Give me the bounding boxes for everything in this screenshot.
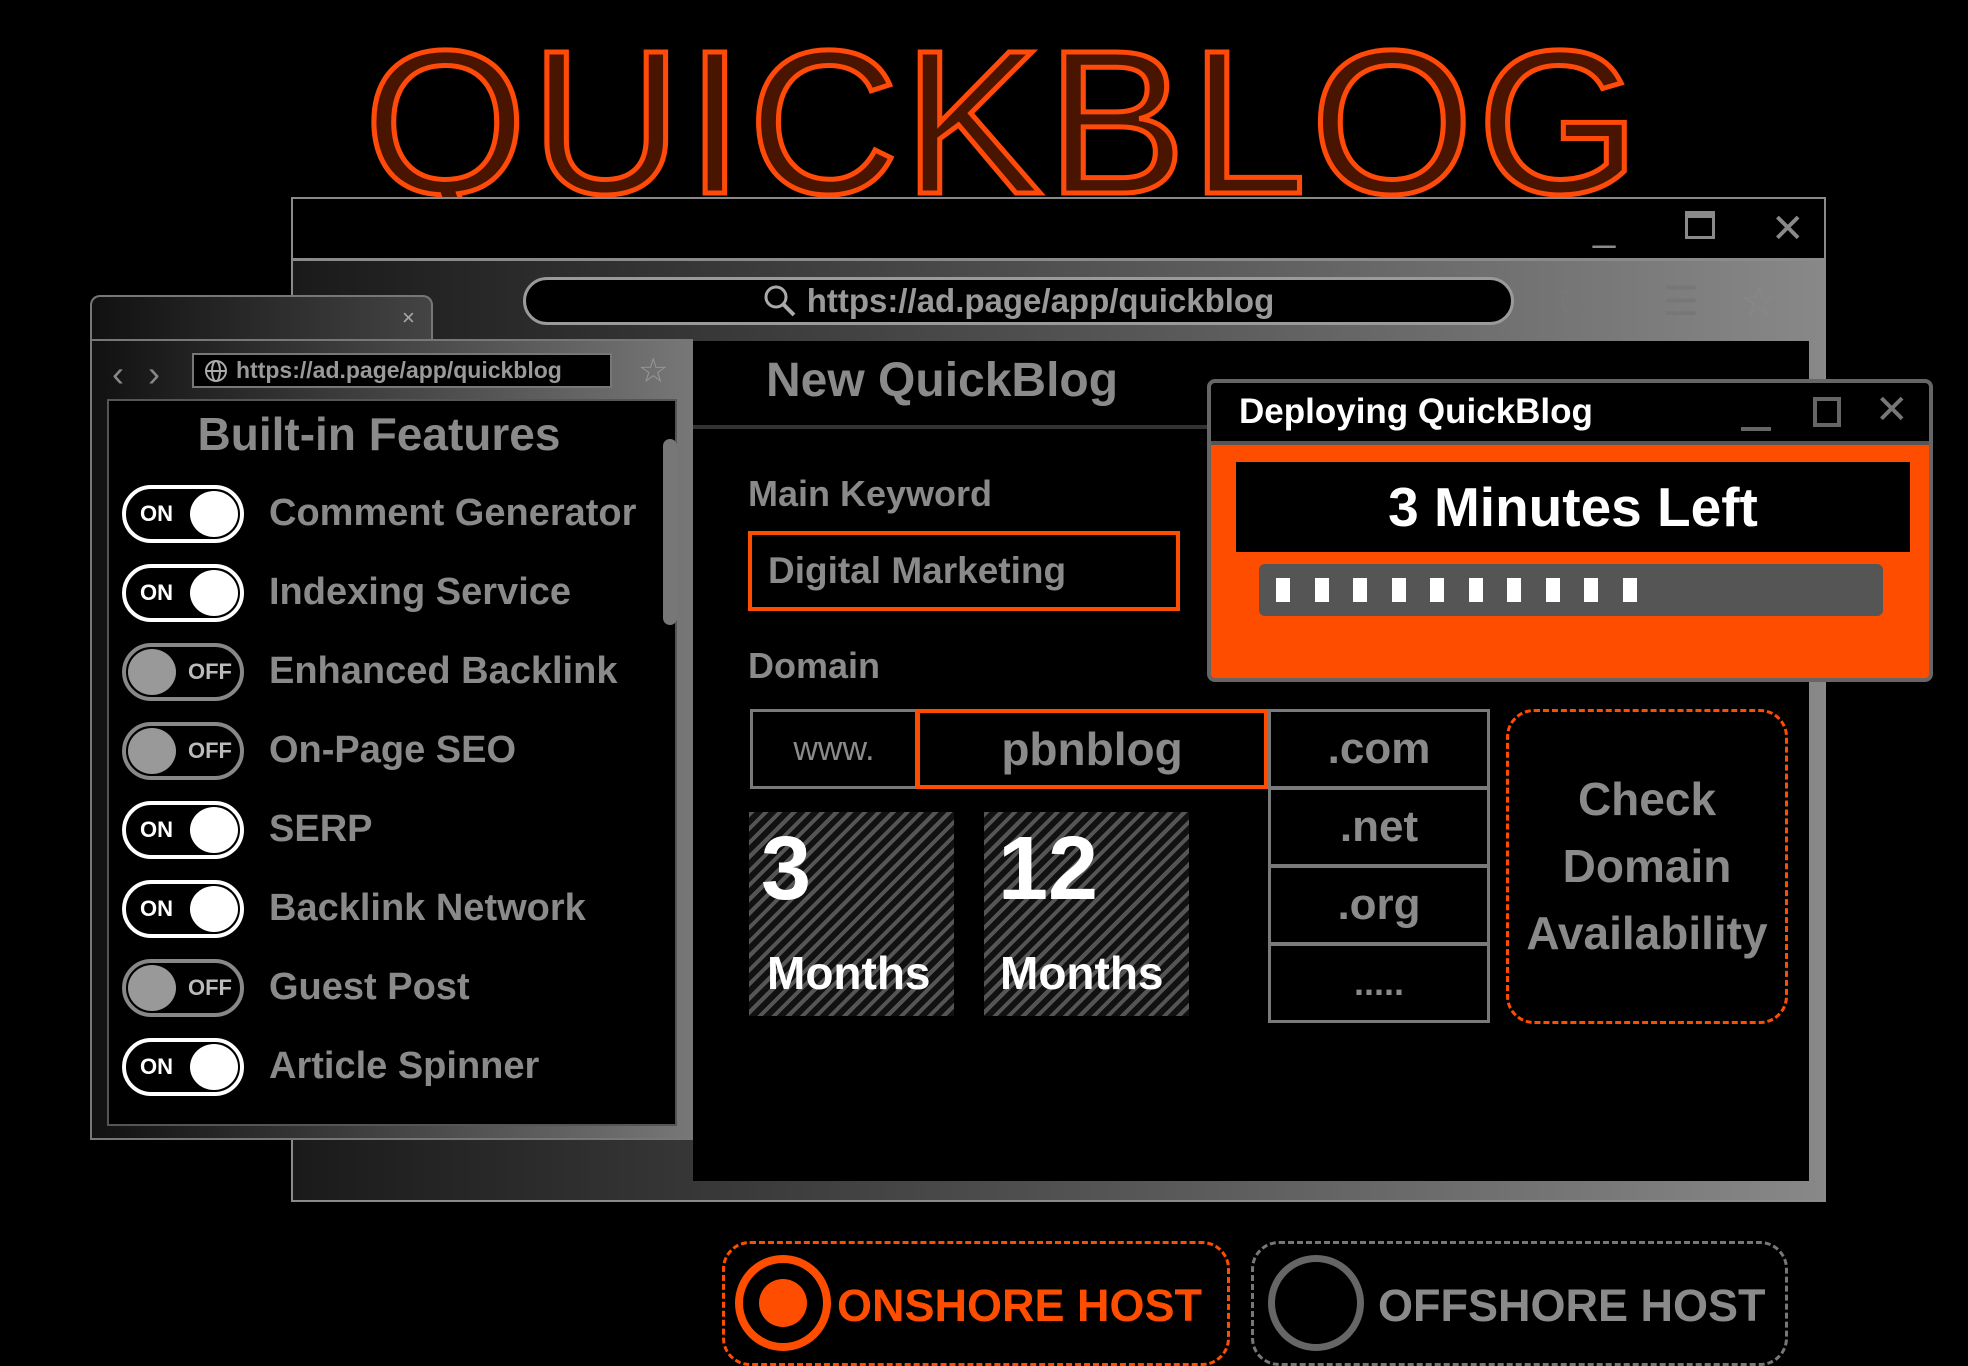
- progress-segment: [1545, 578, 1560, 602]
- feature-label: Guest Post: [269, 966, 470, 1008]
- close-button[interactable]: ✕: [1771, 209, 1805, 249]
- time-remaining: 3 Minutes Left: [1236, 462, 1910, 552]
- feature-toggle[interactable]: OFF: [122, 643, 244, 701]
- domain-name-input[interactable]: pbnblog: [916, 709, 1268, 789]
- bookmark-star-icon[interactable]: ☆: [638, 351, 668, 391]
- feature-label: SERP: [269, 808, 373, 850]
- domain-label: Domain: [748, 645, 881, 686]
- bookmark-star-icon[interactable]: ☆: [1741, 279, 1777, 325]
- toggle-knob: [128, 965, 176, 1011]
- browser-tab[interactable]: ×: [90, 295, 433, 341]
- feature-label: Comment Generator: [269, 492, 637, 534]
- progress-segment: [1391, 578, 1406, 602]
- check-domain-availability-button[interactable]: Check Domain Availability: [1506, 709, 1788, 1024]
- feature-toggle[interactable]: ON: [122, 880, 244, 938]
- deploy-dialog: Deploying QuickBlog ✕ 3 Minutes Left: [1207, 379, 1933, 682]
- feature-label: Enhanced Backlink: [269, 650, 618, 692]
- minimize-button[interactable]: [1741, 427, 1771, 431]
- keyword-input[interactable]: Digital Marketing: [748, 531, 1180, 611]
- refresh-icon[interactable]: ↻: [1555, 281, 1589, 327]
- plan-12-months[interactable]: 12 Months: [984, 812, 1189, 1016]
- toggle-state: ON: [140, 580, 173, 605]
- plan-number: 12: [998, 819, 1099, 919]
- maximize-button[interactable]: [1685, 211, 1715, 239]
- toggle-state: ON: [140, 1054, 173, 1079]
- feature-toggle[interactable]: ON: [122, 485, 244, 543]
- feature-label: Article Spinner: [269, 1045, 540, 1087]
- progress-segment: [1430, 578, 1444, 602]
- tld-option-com[interactable]: .com: [1268, 709, 1490, 789]
- progress-segment: [1622, 578, 1637, 602]
- radio-unselected-icon[interactable]: [1268, 1255, 1364, 1351]
- progress-bar: [1259, 564, 1883, 616]
- globe-icon: [205, 359, 227, 382]
- onshore-host-option[interactable]: ONSHORE HOST: [722, 1241, 1230, 1366]
- address-bar[interactable]: https://ad.page/app/quickblog: [192, 353, 612, 388]
- toggle-knob: [128, 649, 176, 695]
- features-browser-window: × ‹ › https://ad.page/app/quickblog ☆ Bu…: [90, 295, 693, 1140]
- toggle-knob: [190, 807, 238, 853]
- radio-selected-icon[interactable]: [735, 1255, 831, 1351]
- feature-label: Indexing Service: [269, 571, 572, 613]
- search-icon: [764, 285, 796, 317]
- toggle-state: ON: [140, 896, 173, 921]
- toggle-knob: [190, 491, 238, 537]
- toggle-state: OFF: [188, 738, 232, 763]
- dialog-title: Deploying QuickBlog: [1239, 392, 1593, 431]
- url-text: https://ad.page/app/quickblog: [236, 357, 562, 383]
- tld-option-more[interactable]: .....: [1268, 943, 1490, 1023]
- maximize-button[interactable]: [1813, 397, 1841, 427]
- plan-3-months[interactable]: 3 Months: [749, 812, 954, 1016]
- toggle-knob: [128, 728, 176, 774]
- progress-segment: [1276, 578, 1290, 602]
- url-text: https://ad.page/app/quickblog: [806, 282, 1275, 319]
- page-title: New QuickBlog: [766, 354, 1119, 407]
- feature-toggle[interactable]: OFF: [122, 722, 244, 780]
- onshore-host-label: ONSHORE HOST: [837, 1280, 1203, 1331]
- plan-unit: Months: [767, 947, 931, 999]
- quickblog-logo: QUICKBLOG: [361, 8, 1644, 237]
- toggle-knob: [190, 570, 238, 616]
- toggle-state: ON: [140, 501, 173, 526]
- plan-number: 3: [761, 819, 812, 919]
- toggle-knob: [190, 886, 238, 932]
- features-title: Built-in Features: [197, 408, 561, 460]
- domain-prefix: www.: [750, 709, 918, 789]
- plan-unit: Months: [1000, 947, 1164, 999]
- feature-label: Backlink Network: [269, 887, 586, 929]
- feature-toggle[interactable]: ON: [122, 564, 244, 622]
- title-bar: _ ✕: [293, 199, 1824, 261]
- feature-toggle[interactable]: ON: [122, 1038, 244, 1096]
- features-panel: Built-in Features ON Comment Generator ON I…: [107, 399, 677, 1126]
- offshore-host-label: OFFSHORE HOST: [1378, 1280, 1766, 1331]
- keyword-label: Main Keyword: [748, 473, 993, 514]
- dialog-title-bar: Deploying QuickBlog ✕: [1211, 383, 1929, 445]
- feature-toggle[interactable]: ON: [122, 801, 244, 859]
- scrollbar-thumb[interactable]: [663, 439, 677, 625]
- feature-toggle[interactable]: OFF: [122, 959, 244, 1017]
- feature-label: On-Page SEO: [269, 729, 517, 771]
- offshore-host-option[interactable]: OFFSHORE HOST: [1251, 1241, 1788, 1366]
- progress-segment: [1584, 578, 1598, 602]
- progress-segment: [1507, 578, 1521, 602]
- progress-segment: [1353, 578, 1367, 602]
- tld-option-org[interactable]: .org: [1268, 865, 1490, 945]
- close-button[interactable]: ✕: [1875, 387, 1909, 433]
- features-window-body: ‹ › https://ad.page/app/quickblog ☆ Buil…: [90, 339, 693, 1140]
- toggle-knob: [190, 1044, 238, 1090]
- forward-icon[interactable]: ›: [148, 353, 160, 395]
- menu-icon[interactable]: ☰: [1663, 279, 1699, 325]
- minimize-button[interactable]: _: [1593, 207, 1615, 247]
- tab-close-icon[interactable]: ×: [402, 305, 415, 331]
- back-icon[interactable]: ‹: [112, 353, 124, 395]
- toggle-state: ON: [140, 817, 173, 842]
- progress-segment: [1468, 578, 1483, 602]
- progress-segment: [1314, 578, 1329, 602]
- tld-option-net[interactable]: .net: [1268, 787, 1490, 867]
- toggle-state: OFF: [188, 659, 232, 684]
- toggle-state: OFF: [188, 975, 232, 1000]
